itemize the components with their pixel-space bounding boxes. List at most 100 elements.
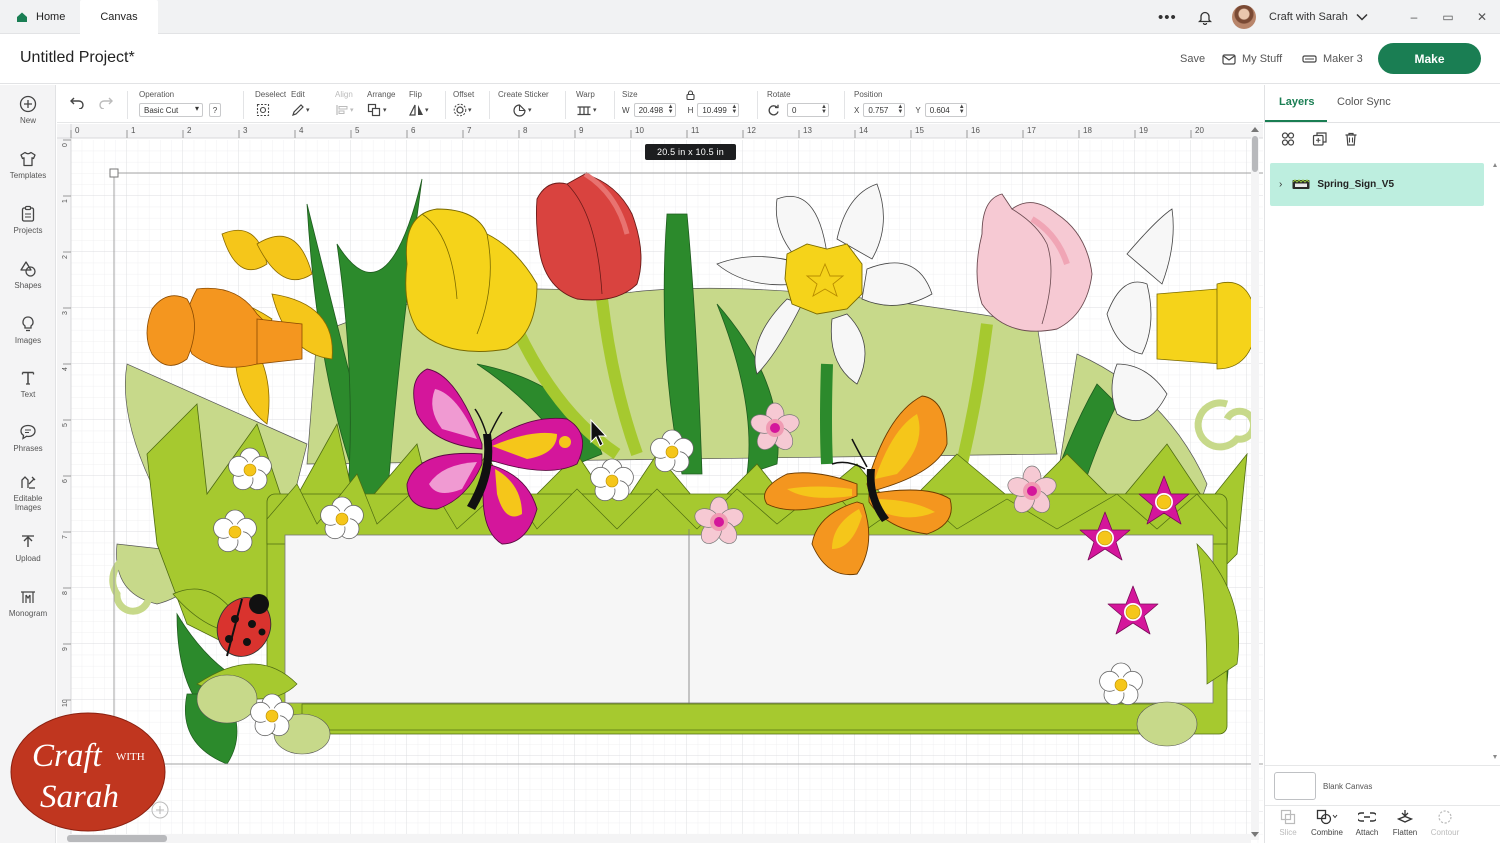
width-spinner[interactable]: ▲ ▼ xyxy=(668,104,674,115)
my-stuff-button[interactable]: My Stuff xyxy=(1222,53,1282,65)
deselect-group: Deselect xyxy=(255,89,291,121)
minimize-button[interactable]: – xyxy=(1397,0,1431,34)
sidebar-label-phrases: Phrases xyxy=(13,444,43,453)
arrange-button[interactable]: ▾ xyxy=(367,102,387,118)
position-x-field[interactable]: 0.757 ▲ ▼ xyxy=(863,103,906,117)
tab-home[interactable]: Home xyxy=(0,0,80,34)
combine-button[interactable]: Combine xyxy=(1307,809,1347,837)
slice-button[interactable]: Slice xyxy=(1268,809,1308,837)
bell-icon xyxy=(1198,11,1212,25)
sidebar-label-monogram: Monogram xyxy=(8,609,48,618)
account-name[interactable]: Craft with Sarah xyxy=(1269,0,1348,34)
tab-canvas[interactable]: Canvas xyxy=(80,0,158,34)
editable-image-icon xyxy=(21,476,36,489)
more-menu-button[interactable]: ••• xyxy=(1158,0,1177,34)
flip-button[interactable]: ▾ xyxy=(409,102,429,118)
notifications-button[interactable] xyxy=(1198,0,1212,34)
ruler-top-label: 10 xyxy=(635,126,644,135)
align-group: Align ▾ xyxy=(335,89,365,121)
attach-button[interactable]: Attach xyxy=(1347,809,1387,837)
edit-caret-icon: ▾ xyxy=(306,107,310,114)
account-menu-button[interactable] xyxy=(1356,0,1368,34)
create-sticker-button[interactable]: ▾ xyxy=(512,102,532,118)
sidebar-label-templates: Templates xyxy=(9,171,47,180)
contour-button[interactable]: Contour xyxy=(1425,809,1465,837)
sidebar-item-images[interactable]: Images xyxy=(0,313,56,359)
warp-button[interactable]: ▾ xyxy=(576,102,597,118)
app-window: Home Canvas ••• Craft with Sarah – ▭ ✕ U… xyxy=(0,0,1500,843)
sidebar-item-templates[interactable]: Templates xyxy=(0,148,56,194)
deselect-button[interactable] xyxy=(255,102,271,118)
sidebar-item-editable-images[interactable]: Editable Images xyxy=(0,471,56,527)
duplicate-button[interactable] xyxy=(1312,131,1328,152)
spring-sign-design[interactable] xyxy=(109,171,1258,765)
design-canvas[interactable]: 0 1 2 3 4 5 6 7 8 9 10 11 12 13 14 15 16 17 18 19 20 0123456… xyxy=(57,124,1263,843)
flip-group: Flip ▾ xyxy=(409,89,439,121)
redo-button[interactable] xyxy=(98,95,114,114)
height-field[interactable]: 10.499 ▲ ▼ xyxy=(697,103,740,117)
arrange-label: Arrange xyxy=(367,90,396,99)
pencil-icon xyxy=(292,104,304,116)
avatar[interactable] xyxy=(1232,5,1256,29)
lock-icon[interactable] xyxy=(686,90,695,100)
plus-circle-icon xyxy=(19,95,37,113)
position-y-value: 0.604 xyxy=(929,105,950,115)
sidebar-item-phrases[interactable]: Phrases xyxy=(0,421,56,467)
blank-canvas-swatch[interactable] xyxy=(1274,772,1316,800)
toolbar-divider xyxy=(489,91,490,119)
ruler-left-label: 4 xyxy=(62,367,69,371)
operation-select[interactable]: Basic Cut xyxy=(139,103,203,117)
save-button[interactable]: Save xyxy=(1180,53,1205,65)
operation-help-button[interactable]: ? xyxy=(209,103,221,117)
rotate-field[interactable]: 0 ▲ ▼ xyxy=(787,103,829,117)
flatten-button[interactable]: Flatten xyxy=(1385,809,1425,837)
ruler-left-label: 3 xyxy=(62,311,69,315)
machine-button[interactable]: Maker 3 xyxy=(1302,53,1363,65)
size-tooltip: 20.5 in x 10.5 in xyxy=(645,144,736,160)
sidebar-item-text[interactable]: Text xyxy=(0,367,56,413)
sidebar-item-new[interactable]: New xyxy=(0,93,56,139)
sidebar-item-shapes[interactable]: Shapes xyxy=(0,258,56,304)
size-w-prefix: W xyxy=(622,105,630,115)
warp-group: Warp ▾ xyxy=(576,89,610,121)
delete-button[interactable] xyxy=(1343,131,1359,152)
rotate-group: Rotate 0 ▲ ▼ xyxy=(767,89,837,121)
edit-toolbar: Operation Basic Cut ? Deselect Edit ▾ Al… xyxy=(57,85,1263,123)
blank-canvas-row[interactable]: Blank Canvas xyxy=(1265,765,1500,805)
layer-row-spring-sign[interactable]: › Spring_Sign_V5 xyxy=(1270,163,1484,206)
arrange-caret-icon: ▾ xyxy=(383,107,387,114)
tab-layers[interactable]: Layers xyxy=(1279,96,1314,108)
restore-button[interactable]: ▭ xyxy=(1431,0,1465,34)
canvas-surface[interactable]: 0 1 2 3 4 5 6 7 8 9 10 11 12 13 14 15 16 17 18 19 20 0123456… xyxy=(57,124,1263,843)
layer-name: Spring_Sign_V5 xyxy=(1317,179,1395,190)
undo-button[interactable] xyxy=(69,95,85,114)
position-y-field[interactable]: 0.604 ▲ ▼ xyxy=(924,103,967,117)
project-title[interactable]: Untitled Project* xyxy=(20,49,135,67)
attach-label: Attach xyxy=(1355,828,1379,837)
make-button[interactable]: Make xyxy=(1378,43,1481,74)
pos-x-prefix: X xyxy=(854,105,860,115)
undo-icon xyxy=(70,97,84,110)
close-window-button[interactable]: ✕ xyxy=(1465,0,1499,34)
sidebar-item-monogram[interactable]: Monogram xyxy=(0,586,56,632)
group-button[interactable] xyxy=(1280,131,1296,152)
flip-caret-icon: ▾ xyxy=(425,107,429,114)
align-button[interactable]: ▾ xyxy=(335,102,354,118)
combine-label: Combine xyxy=(1310,828,1343,837)
height-spinner[interactable]: ▲ ▼ xyxy=(731,104,737,115)
sidebar-item-projects[interactable]: Projects xyxy=(0,203,56,249)
tab-color-sync[interactable]: Color Sync xyxy=(1337,96,1391,108)
redo-icon xyxy=(99,97,113,110)
width-field[interactable]: 20.498 ▲ ▼ xyxy=(633,103,676,117)
ruler-left-label: 6 xyxy=(62,479,69,483)
sidebar-item-upload[interactable]: Upload xyxy=(0,531,56,577)
position-x-spinner[interactable]: ▲ ▼ xyxy=(897,104,903,115)
chevron-down-icon xyxy=(1356,13,1368,21)
rotate-spinner[interactable]: ▲ ▼ xyxy=(821,104,827,115)
chevron-right-icon[interactable]: › xyxy=(1279,179,1282,190)
edit-button[interactable]: ▾ xyxy=(291,102,310,118)
ruler-left-label: 9 xyxy=(62,647,69,651)
layers-scrollbar[interactable] xyxy=(1493,163,1497,763)
offset-button[interactable]: ▾ xyxy=(453,102,472,118)
position-y-spinner[interactable]: ▲ ▼ xyxy=(959,104,965,115)
